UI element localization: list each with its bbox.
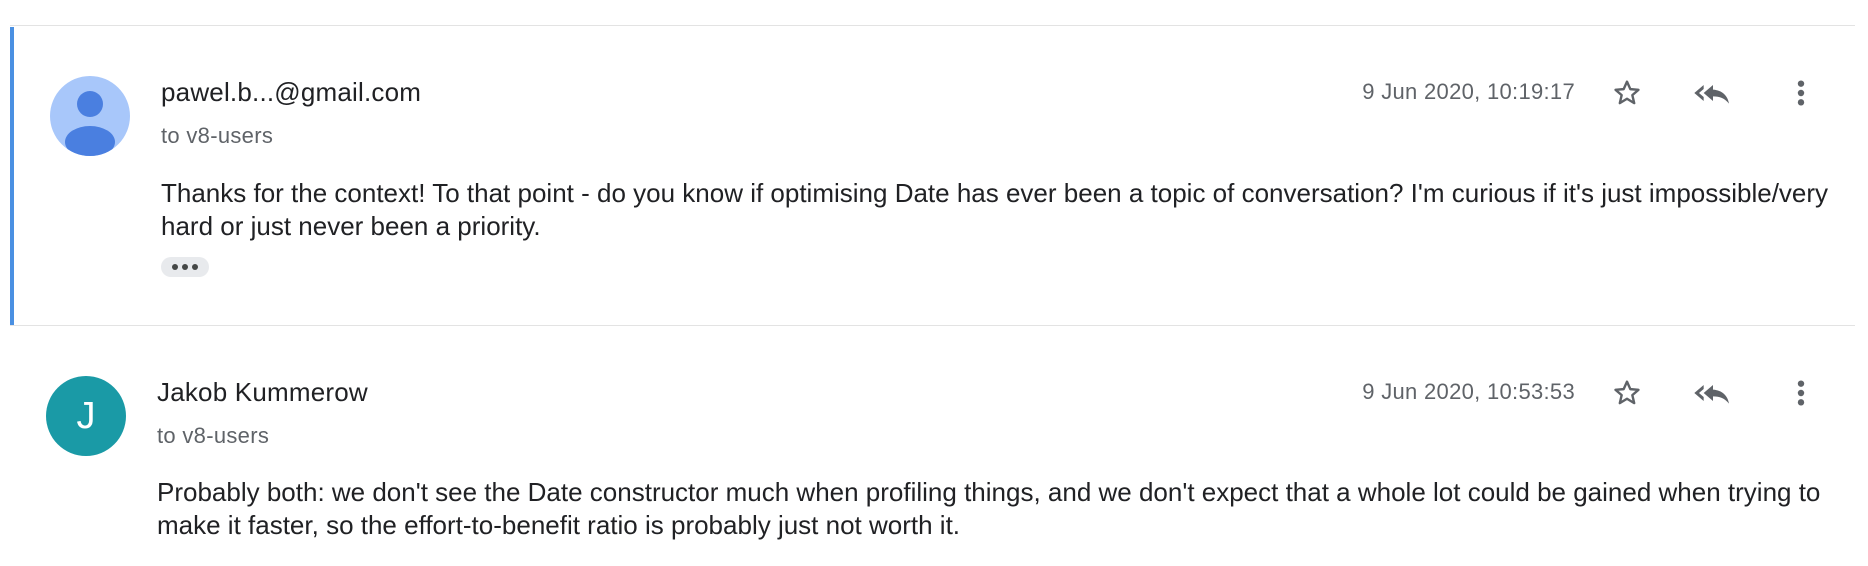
- avatar-letter: J: [76, 395, 96, 437]
- message-timestamp: 9 Jun 2020, 10:19:17: [1362, 79, 1575, 104]
- recipient-line: to v8-users: [161, 123, 274, 148]
- ellipsis-icon: [182, 264, 188, 270]
- reply-all-button[interactable]: [1689, 373, 1737, 413]
- star-button[interactable]: [1607, 73, 1647, 113]
- avatar[interactable]: J: [46, 376, 126, 456]
- star-button[interactable]: [1607, 373, 1647, 413]
- recipient-line: to v8-users: [157, 423, 270, 448]
- message-body: Probably both: we don't see the Date con…: [157, 477, 1821, 540]
- message-thread: pawel.b...@gmail.com to v8-users 9 Jun 2…: [0, 0, 1868, 566]
- avatar[interactable]: [50, 76, 130, 156]
- more-vert-icon: [1797, 380, 1805, 406]
- ellipsis-icon: [172, 264, 178, 270]
- sender-name[interactable]: pawel.b...@gmail.com: [161, 77, 421, 108]
- more-vert-icon: [1797, 80, 1805, 106]
- sender-name[interactable]: Jakob Kummerow: [157, 377, 368, 408]
- reply-all-icon: [1694, 385, 1729, 404]
- message-card[interactable]: J Jakob Kummerow to v8-users 9 Jun 2020,…: [10, 327, 1855, 566]
- star-outline-icon: [1614, 380, 1640, 405]
- more-options-button[interactable]: [1781, 373, 1821, 413]
- message-body: Thanks for the context! To that point - …: [161, 178, 1829, 241]
- divider: [10, 25, 1855, 26]
- reply-all-button[interactable]: [1689, 73, 1737, 113]
- message-timestamp: 9 Jun 2020, 10:53:53: [1362, 379, 1575, 404]
- reply-all-icon: [1694, 85, 1729, 104]
- star-outline-icon: [1614, 80, 1640, 105]
- person-silhouette-icon: [65, 91, 115, 156]
- ellipsis-icon: [192, 264, 198, 270]
- divider: [10, 325, 1855, 326]
- show-trimmed-content-button[interactable]: [161, 257, 209, 277]
- more-options-button[interactable]: [1781, 73, 1821, 113]
- message-card[interactable]: pawel.b...@gmail.com to v8-users 9 Jun 2…: [10, 27, 1855, 325]
